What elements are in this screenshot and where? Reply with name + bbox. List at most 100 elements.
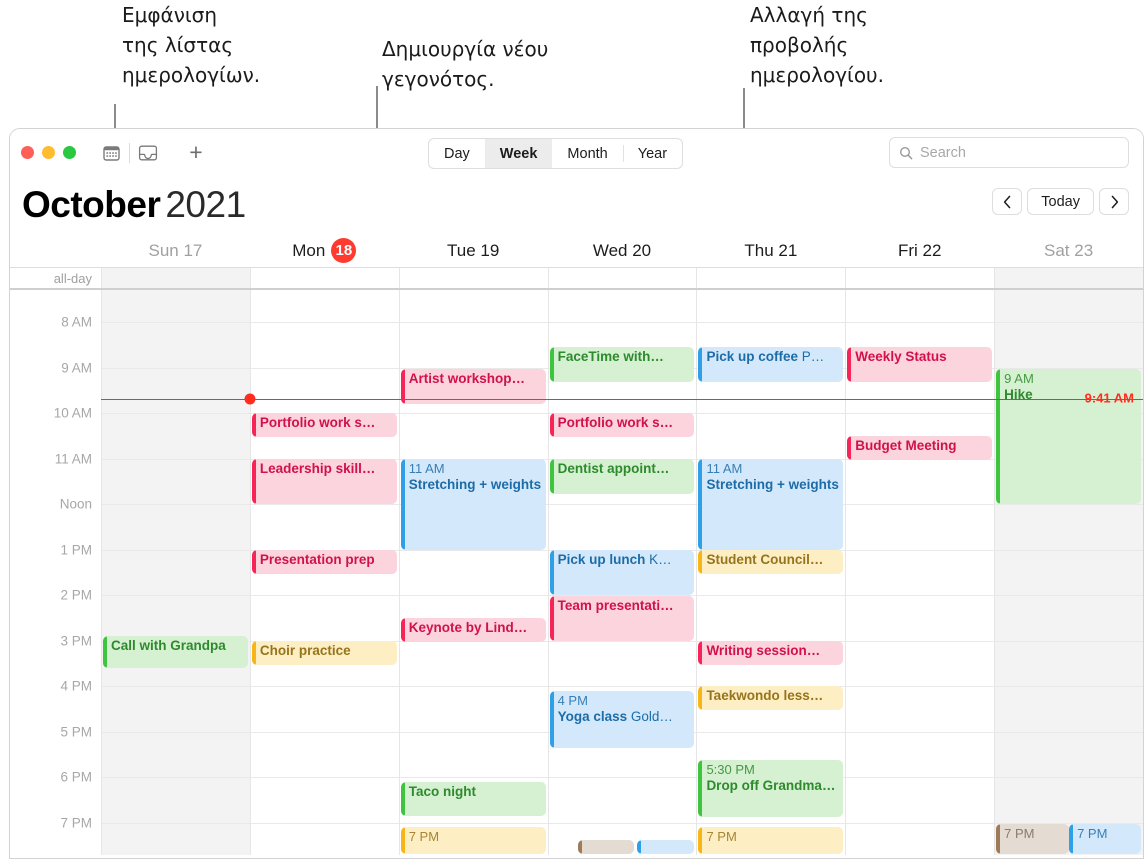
date-navigation[interactable]: Today [992,188,1129,215]
day-column-1[interactable]: Portfolio work s… Leadership skill… Presen… [249,290,399,855]
calendar-event[interactable]: 7 PM [698,827,844,854]
previous-week-button[interactable] [992,188,1023,215]
inbox-icon[interactable] [133,140,163,166]
current-time-dot [244,393,256,405]
time-label-11: 7 PM [60,815,92,830]
weekday-header-4[interactable]: Thu 21 [696,234,845,267]
today-button[interactable]: Today [1027,188,1094,215]
callout-show-calendar-list: Εμφάνιση της λίστας ημερολογίων. [122,3,261,87]
window-controls[interactable] [21,146,76,159]
event-title: Dentist appoint… [557,461,670,476]
calendar-event[interactable]: Call with Grandpa [103,636,248,668]
weekday-header-3[interactable]: Wed 20 [548,234,697,267]
event-color-bar [400,827,405,854]
event-time: 9 AM [1004,371,1034,386]
calendar-event[interactable]: Taekwondo less… [698,686,844,710]
day-column-6[interactable]: 9 AM Hike 7 PM 7 PM [994,290,1143,855]
day-column-4[interactable]: Pick up coffee P… 11 AM Stretching + weigh… [696,290,846,855]
minimize-button[interactable] [42,146,55,159]
weekday-label: Mon [292,240,326,260]
calendar-event[interactable]: Taco night [400,782,546,816]
calendar-event[interactable]: Choir practice [251,641,397,665]
event-color-bar [996,369,1001,504]
today-badge: 18 [331,238,357,263]
calendar-event[interactable]: Leadership skill… [251,459,397,504]
event-title: Portfolio work s… [259,415,376,430]
day-column-5[interactable]: Weekly Status Budget Meeting [845,290,995,855]
all-day-cell-3[interactable] [547,268,697,288]
weekday-header-2[interactable]: Tue 19 [399,234,548,267]
hour-gridline [846,504,995,505]
event-color-bar [698,760,703,817]
search-field[interactable]: Search [889,137,1129,168]
hour-gridline [399,731,548,733]
zoom-button[interactable] [63,146,76,159]
calendar-event[interactable]: Keynote by Lind… [400,618,546,642]
all-day-cell-6[interactable] [994,268,1143,288]
hour-gridline [846,731,995,733]
event-color-bar [578,840,583,854]
tab-year[interactable]: Year [622,139,682,168]
all-day-cell-1[interactable] [249,268,399,288]
all-day-cell-2[interactable] [398,268,548,288]
weekday-header-0[interactable]: Sun 17 [101,234,250,267]
calendar-event[interactable]: 7 PM [1069,824,1142,854]
calendar-event[interactable]: Presentation prep [251,550,397,574]
weekday-header-5[interactable]: Fri 22 [845,234,994,267]
toolbar-divider [129,142,130,163]
calendar-event[interactable]: Writing session… [698,641,844,665]
close-button[interactable] [21,146,34,159]
calendar-event[interactable]: Portfolio work s… [251,413,397,437]
event-title: Pick up lunch K… [557,552,672,567]
tab-day[interactable]: Day [429,139,485,168]
tab-month[interactable]: Month [552,139,622,168]
tab-week[interactable]: Week [484,139,553,168]
calendar-event[interactable]: Pick up coffee P… [698,347,844,382]
hour-gridline [846,549,995,551]
calendar-event[interactable]: Weekly Status [847,347,993,382]
calendar-event[interactable]: Student Council… [698,550,844,574]
day-column-2[interactable]: Artist workshop… 11 AM Stretching + weight… [398,290,548,855]
calendar-event[interactable] [578,840,635,854]
event-color-bar [251,459,256,504]
event-location: K… [645,552,672,567]
calendar-event[interactable]: Pick up lunch K… [549,550,695,595]
calendar-event[interactable]: 4 PM Yoga class Gold… [549,691,695,748]
day-column-0[interactable]: Call with Grandpa [101,290,250,855]
hour-gridline [995,595,1143,596]
calendar-event[interactable]: 7 PM [996,824,1070,854]
next-week-button[interactable] [1099,188,1129,215]
calendar-event[interactable] [637,840,695,854]
all-day-cell-0[interactable] [101,268,250,288]
hour-gridline [102,777,250,778]
hour-gridline [846,595,995,596]
calendar-event[interactable]: Portfolio work s… [549,413,695,437]
view-segmented-control[interactable]: Day Week Month Year [428,138,684,169]
day-column-3[interactable]: FaceTime with… Portfolio work s… Dentist a… [547,290,697,855]
calendar-event[interactable]: 7 PM [400,827,546,854]
all-day-cell-4[interactable] [696,268,845,288]
time-label-10: 6 PM [60,769,92,785]
weekday-header-6[interactable]: Sat 23 [994,234,1143,267]
calendar-icon[interactable] [96,140,126,166]
hour-gridline [399,595,548,596]
all-day-cells[interactable] [101,268,1143,288]
time-axis: 8 AM 9 AM 10 AM 11 AM Noon 1 PM 2 PM 3 PM 4 PM 5 … [10,290,101,855]
calendar-event[interactable]: 11 AM Stretching + weights [698,459,844,550]
search-icon [899,146,913,160]
all-day-cell-5[interactable] [845,268,994,288]
event-color-bar [400,618,405,642]
day-columns: Call with Grandpa Portfolio work s… Leader… [101,290,1143,855]
event-time: 5:30 PM [706,762,755,777]
add-event-button[interactable]: + [179,140,213,166]
calendar-event[interactable]: Team presentati… [549,596,695,641]
time-label-1: 9 AM [61,360,92,375]
weekday-header-1[interactable]: Mon 18 [250,234,399,267]
calendar-event[interactable]: Dentist appoint… [549,459,695,494]
calendar-event[interactable]: FaceTime with… [549,347,695,382]
hour-gridline [102,686,250,687]
hour-gridline [102,413,250,414]
calendar-event[interactable]: 5:30 PM Drop off Grandma… [698,760,844,817]
calendar-event[interactable]: 11 AM Stretching + weights [400,459,546,550]
calendar-event[interactable]: Budget Meeting [847,436,993,460]
